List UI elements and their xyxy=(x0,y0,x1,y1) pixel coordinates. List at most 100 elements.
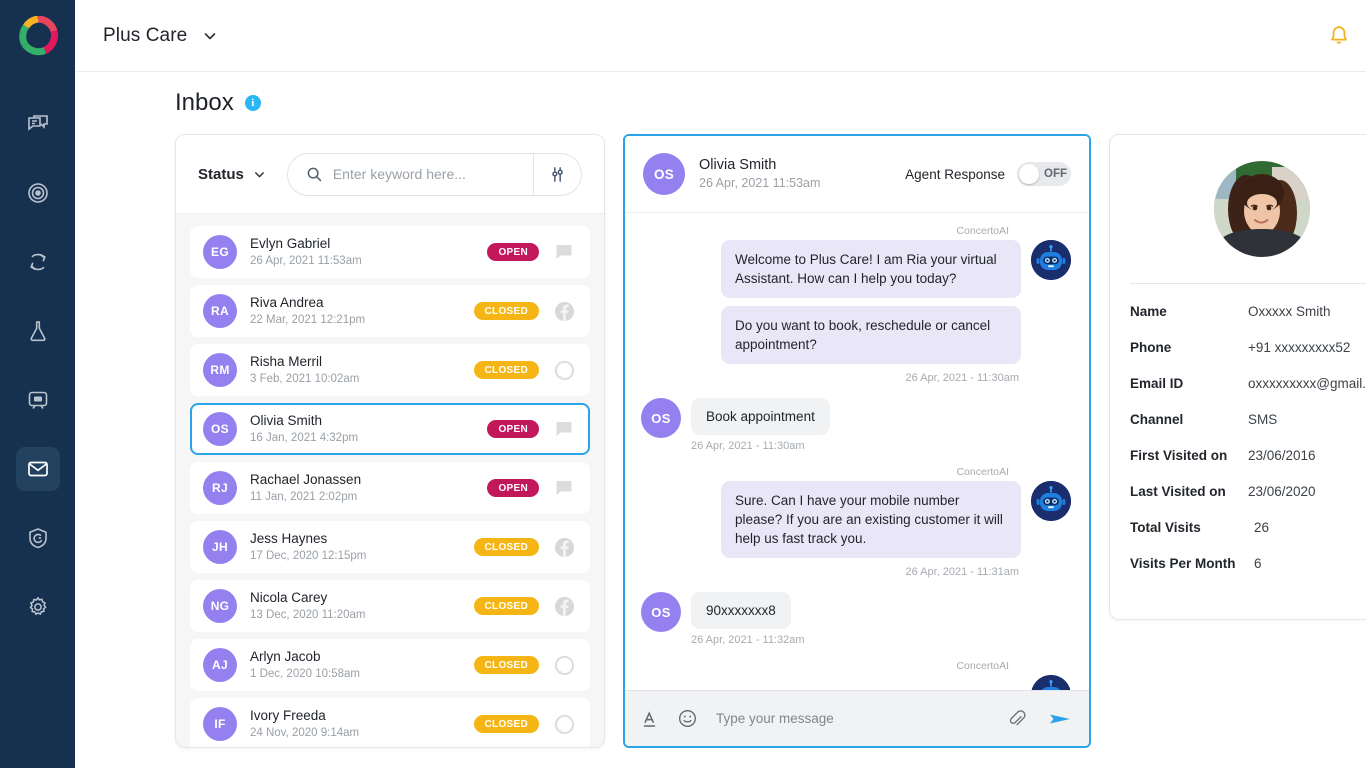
conversation-row[interactable]: EG Evlyn Gabriel 26 Apr, 2021 11:53am OPEN xyxy=(190,226,590,278)
bot-bubble-stack: Welcome to Plus Care! I am Ria your virt… xyxy=(721,240,1021,372)
conversation-name: Risha Merril xyxy=(250,354,323,369)
conversation-text: Rachael Jonassen 11 Jan, 2021 2:02pm xyxy=(250,471,487,505)
chevron-down-icon xyxy=(252,167,267,182)
sidebar-item-campaigns[interactable] xyxy=(16,171,60,215)
agent-response-toggle[interactable]: OFF xyxy=(1017,162,1071,186)
chat-bubbles-icon xyxy=(27,115,48,131)
toggle-knob xyxy=(1019,164,1039,184)
conversation-name: Jess Haynes xyxy=(250,531,328,546)
conversation-row[interactable]: OS Olivia Smith 16 Jan, 2021 4:32pm OPEN xyxy=(190,403,590,455)
app-root: Plus Care Inbox i Status Enter keyword h… xyxy=(0,0,1366,768)
sidebar-item-experiments[interactable] xyxy=(16,309,60,353)
profile-field-row: Channel SMS xyxy=(1130,412,1366,427)
bot-avatar xyxy=(1031,481,1071,521)
circle-channel-icon xyxy=(554,360,574,380)
chat-channel-icon xyxy=(556,245,572,259)
conversation-row[interactable]: RM Risha Merril 3 Feb, 2021 10:02am CLOSED xyxy=(190,344,590,396)
user-message-bubble: 90xxxxxxx8 xyxy=(691,592,791,629)
conversation-text: Nicola Carey 13 Dec, 2020 11:20am xyxy=(250,589,474,623)
info-icon[interactable]: i xyxy=(244,95,261,111)
text-format-icon[interactable] xyxy=(641,709,661,729)
bot-avatar xyxy=(1031,675,1071,690)
chat-contact-time: 26 Apr, 2021 11:53am xyxy=(699,176,821,190)
sidebar-item-conversations[interactable] xyxy=(16,102,60,146)
paperclip-icon xyxy=(1009,710,1026,726)
profile-field-row: Phone +91 xxxxxxxxx52 xyxy=(1130,340,1366,355)
send-button[interactable] xyxy=(1047,706,1073,732)
bot-message-bubble: Sure. Can I have your mobile number plea… xyxy=(721,481,1021,558)
conversation-row[interactable]: JH Jess Haynes 17 Dec, 2020 12:15pm CLOSED xyxy=(190,521,590,573)
conversation-time: 13 Dec, 2020 11:20am xyxy=(250,609,366,621)
sidebar-item-guard[interactable] xyxy=(16,516,60,560)
conversation-row[interactable]: NG Nicola Carey 13 Dec, 2020 11:20am CLOSED xyxy=(190,580,590,632)
conversation-name: Nicola Carey xyxy=(250,590,328,605)
bell-icon xyxy=(1331,25,1347,44)
profile-field-value: 26 xyxy=(1254,520,1270,535)
chat-header: OS Olivia Smith 26 Apr, 2021 11:53am Age… xyxy=(625,136,1089,213)
concerto-logo-icon xyxy=(18,16,58,56)
conversation-time: 24 Nov, 2020 9:14am xyxy=(250,727,360,739)
channel-icon xyxy=(553,301,575,322)
status-badge: OPEN xyxy=(487,243,539,261)
sidebar-item-inbox[interactable] xyxy=(15,447,60,491)
chat-contact-avatar: OS xyxy=(643,153,685,195)
page-title: Inbox xyxy=(175,89,234,116)
bot-sender-label: ConcertoAI xyxy=(956,660,1009,672)
message-input[interactable] xyxy=(716,711,1006,726)
conversation-name: Olivia Smith xyxy=(250,413,323,428)
emoji-icon[interactable] xyxy=(677,708,698,729)
target-icon xyxy=(27,183,48,203)
brand-dropdown-button[interactable] xyxy=(201,27,219,45)
chat-panel: OS Olivia Smith 26 Apr, 2021 11:53am Age… xyxy=(623,134,1091,748)
conversation-list-panel: Status Enter keyword here... EG Evlyn Ga… xyxy=(175,134,605,748)
conversation-list-scroll[interactable]: EG Evlyn Gabriel 26 Apr, 2021 11:53am OPEN R… xyxy=(176,214,604,747)
conversation-time: 16 Jan, 2021 4:32pm xyxy=(250,432,359,444)
conversation-time: 22 Mar, 2021 12:21pm xyxy=(250,314,366,326)
search-input[interactable] xyxy=(332,166,533,182)
bot-message-group: ConcertoAI xyxy=(641,660,1071,690)
conversation-row[interactable]: AJ Arlyn Jacob 1 Dec, 2020 10:58am CLOSED xyxy=(190,639,590,691)
status-filter-dropdown[interactable]: Status xyxy=(198,166,267,183)
conversation-text: Olivia Smith 16 Jan, 2021 4:32pm xyxy=(250,412,487,446)
status-badge: CLOSED xyxy=(473,538,539,556)
sync-icon xyxy=(29,253,46,271)
conversation-name: Arlyn Jacob xyxy=(250,649,321,664)
chat-messages-scroll[interactable]: ConcertoAI Welcome to Plus Care! I am Ria… xyxy=(625,213,1089,690)
sidebar-item-widgets[interactable] xyxy=(16,378,60,422)
contact-avatar: RA xyxy=(203,294,237,328)
conversation-row[interactable]: RJ Rachael Jonassen 11 Jan, 2021 2:02pm OPE… xyxy=(190,462,590,514)
message-timestamp: 26 Apr, 2021 - 11:30am xyxy=(691,440,805,452)
sidebar-item-automation[interactable] xyxy=(16,240,60,284)
user-bubble-stack: Book appointment 26 Apr, 2021 - 11:30am xyxy=(691,398,830,452)
attach-button[interactable] xyxy=(1006,708,1027,729)
status-filter-label: Status xyxy=(198,165,244,183)
bot-sender-label: ConcertoAI xyxy=(956,466,1009,478)
app-logo[interactable] xyxy=(0,0,75,72)
sidebar-item-settings[interactable] xyxy=(16,585,60,629)
conversation-row[interactable]: IF Ivory Freeda 24 Nov, 2020 9:14am CLOSED xyxy=(190,698,590,747)
status-badge: CLOSED xyxy=(473,656,539,674)
contact-avatar: RM xyxy=(203,353,237,387)
contact-avatar: OS xyxy=(641,592,681,632)
profile-field-label: Phone xyxy=(1130,340,1172,355)
profile-field-label: Last Visited on xyxy=(1130,484,1226,499)
robot-icon xyxy=(1031,481,1071,521)
contact-avatar: OS xyxy=(641,398,681,438)
robot-icon xyxy=(1031,675,1071,690)
conversation-row[interactable]: RA Riva Andrea 22 Mar, 2021 12:21pm CLOSED xyxy=(190,285,590,337)
channel-icon xyxy=(553,242,575,262)
message-timestamp: 26 Apr, 2021 - 11:32am xyxy=(691,634,805,646)
profile-field-label: Name xyxy=(1130,304,1167,319)
contact-avatar: IF xyxy=(203,707,237,741)
conversation-time: 26 Apr, 2021 11:53am xyxy=(250,255,362,267)
notifications-button[interactable] xyxy=(1327,24,1351,48)
user-message-group: OS Book appointment 26 Apr, 2021 - 11:30am xyxy=(641,398,1071,452)
profile-field-row: First Visited on 23/06/2016 xyxy=(1130,448,1366,463)
profile-field-row: Total Visits 26 xyxy=(1130,520,1366,535)
filter-button[interactable] xyxy=(533,153,581,195)
profile-fields: Name Oxxxxx Smith Phone +91 xxxxxxxxx52 Emai… xyxy=(1130,304,1366,592)
chat-contact-name: Olivia Smith xyxy=(699,157,777,173)
conversation-time: 17 Dec, 2020 12:15pm xyxy=(250,550,367,562)
page-title-row: Inbox i xyxy=(75,72,1366,134)
facebook-channel-icon xyxy=(554,301,574,321)
